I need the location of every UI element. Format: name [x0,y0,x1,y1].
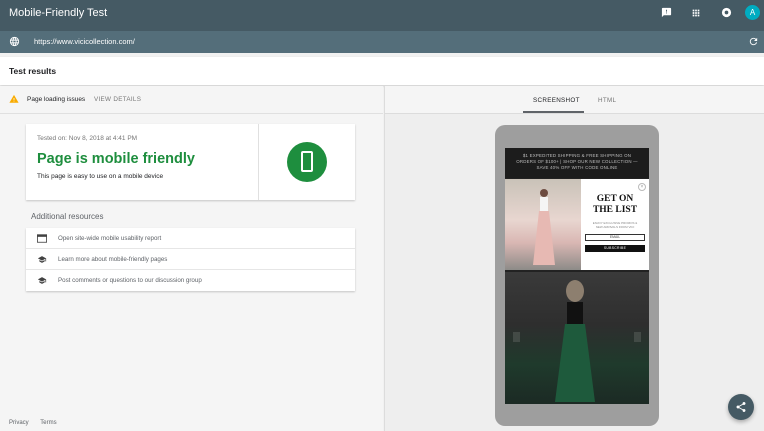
additional-resources-list: Open site-wide mobile usability report L… [26,228,355,291]
mobile-friendly-headline: Page is mobile friendly [37,151,195,167]
tab-html[interactable]: HTML [598,97,616,104]
results-panel: Page loading issues VIEW DETAILS Tested … [0,86,383,431]
summary-card: Tested on: Nov 8, 2018 at 4:41 PM Page i… [26,124,355,200]
popup-email-field: EMAIL [585,234,645,241]
carousel-next-arrow [634,332,641,342]
popup-title-line-2: THE LIST [592,205,638,215]
terms-link[interactable]: Terms [40,420,56,426]
resource-item-label: Open site-wide mobile usability report [58,235,162,242]
resource-item-discussion-group[interactable]: Post comments or questions to our discus… [26,270,355,291]
results-heading: Test results [9,66,57,76]
resource-item-usability-report[interactable]: Open site-wide mobile usability report [26,228,355,249]
promo-banner: $1 EXPEDITED SHIPPING & FREE SHIPPING ON… [505,148,649,178]
app-bar: Mobile-Friendly Test A [0,0,764,31]
reload-icon[interactable] [748,36,759,47]
active-tab-indicator [523,111,584,113]
browser-window-icon [37,234,47,243]
privacy-link[interactable]: Privacy [9,420,29,426]
popup-close-icon: × [638,183,646,191]
tested-on-text: Tested on: Nov 8, 2018 at 4:41 PM [37,135,138,142]
preview-panel: SCREENSHOT HTML $1 EXPEDITED SHIPPING & … [384,86,764,431]
feedback-icon[interactable] [659,6,673,20]
newsletter-popup: × GET ON THE LIST ENJOY EXCLUSIVE PROMOS… [581,179,649,270]
share-button[interactable] [728,394,754,420]
results-header: Test results [0,57,764,85]
apps-grid-icon[interactable] [689,6,703,20]
graduation-cap-icon [37,277,47,284]
view-details-button[interactable]: VIEW DETAILS [94,96,141,103]
popup-title: GET ON THE LIST [581,194,649,216]
tab-screenshot[interactable]: SCREENSHOT [533,97,580,104]
share-icon [736,402,746,412]
popup-title-line-1: GET ON [596,194,634,204]
model-figure [533,189,555,265]
globe-icon [9,36,20,47]
phone-icon [301,151,313,172]
url-bar: https://www.vicicollection.com/ [0,31,764,53]
app-bar-actions: A [643,5,760,20]
popup-fine-print: ENJOY EXCLUSIVE PROMOS & NEW ARRIVALS FR… [592,221,638,229]
model-photo-pink-skirt [505,179,581,270]
model-photo-green-skirt [505,272,649,404]
url-field[interactable]: https://www.vicicollection.com/ [34,37,135,46]
app-title: Mobile-Friendly Test [9,7,108,19]
warning-icon [9,94,19,103]
footer-links: Privacy Terms [9,420,67,426]
page-screenshot: $1 EXPEDITED SHIPPING & FREE SHIPPING ON… [505,148,649,404]
model-figure [555,280,595,402]
issues-label: Page loading issues [27,96,86,103]
graduation-cap-icon [37,256,47,263]
resource-item-label: Learn more about mobile-friendly pages [58,256,168,263]
preview-tabs: SCREENSHOT HTML [385,86,764,114]
resource-item-label: Post comments or questions to our discus… [58,277,202,284]
device-frame: $1 EXPEDITED SHIPPING & FREE SHIPPING ON… [495,125,659,426]
notifications-icon[interactable] [719,6,733,20]
mobile-friendly-subtext: This page is easy to use on a mobile dev… [37,173,164,180]
carousel-prev-arrow [513,332,520,342]
additional-resources-heading: Additional resources [31,212,104,221]
card-divider [258,124,259,200]
resource-item-learn-more[interactable]: Learn more about mobile-friendly pages [26,249,355,270]
popup-subscribe-button: SUBSCRIBE [585,245,645,252]
page-loading-issues-bar: Page loading issues VIEW DETAILS [0,86,383,114]
account-avatar[interactable]: A [745,5,760,20]
mobile-friendly-badge [287,142,327,182]
